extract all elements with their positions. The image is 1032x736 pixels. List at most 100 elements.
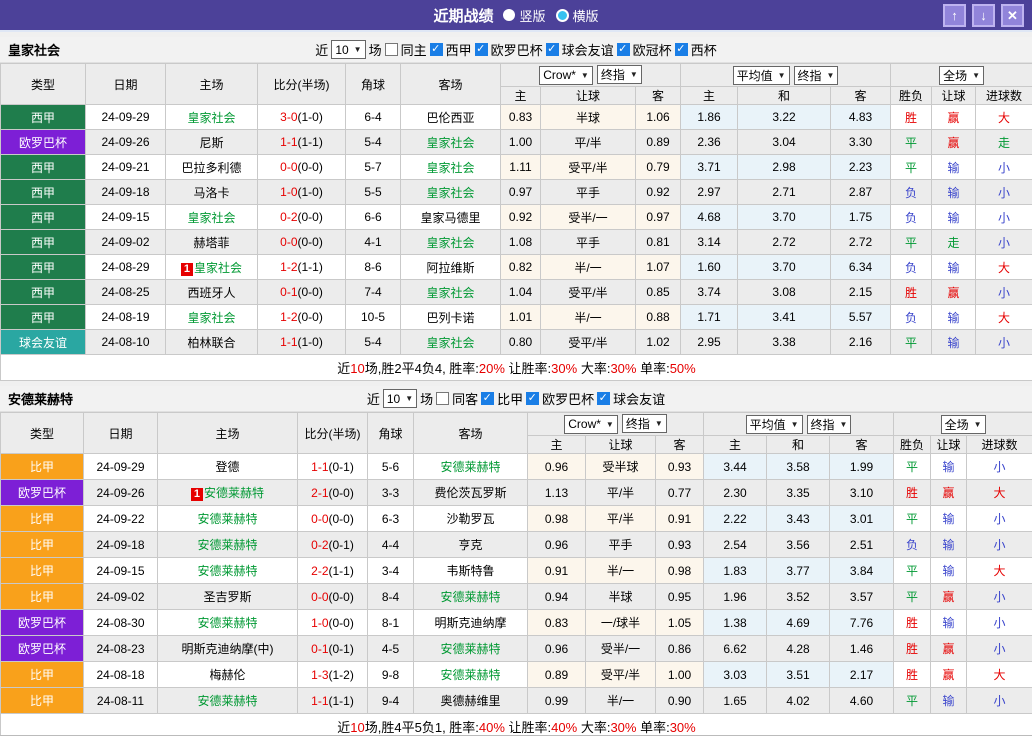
full-match-select[interactable]: 全场▼ [939, 66, 984, 85]
handicap-line: 平手 [541, 230, 636, 255]
odds-stage-select[interactable]: 终指▼ [807, 415, 852, 434]
away-team: 安德莱赫特 [414, 454, 528, 480]
score-cell: 0-1(0-1) [298, 636, 368, 662]
close-button[interactable]: ✕ [1001, 4, 1024, 27]
view-option-horizontal[interactable]: 横版 [556, 6, 599, 25]
same-side-checkbox[interactable] [436, 392, 449, 405]
avg-draw-odds: 3.77 [767, 558, 830, 584]
result-verdict: 平 [894, 454, 931, 480]
handicap-home-odds: 1.01 [501, 305, 541, 330]
match-date: 24-09-22 [84, 506, 158, 532]
column-header: 角球 [346, 64, 401, 105]
bookmaker-select[interactable]: Crow*▼ [539, 66, 593, 85]
same-side-checkbox[interactable] [385, 43, 398, 56]
home-team: 安德莱赫特 [158, 558, 298, 584]
result-verdict: 小 [976, 155, 1032, 180]
result-verdict: 小 [967, 506, 1032, 532]
avg-lose-odds: 1.46 [830, 636, 894, 662]
away-team: 皇家社会 [401, 280, 501, 305]
move-down-button[interactable]: ↓ [972, 4, 995, 27]
match-row: 西甲24-08-291皇家社会1-2(1-1)8-6阿拉维斯0.82半/一1.0… [1, 255, 1032, 280]
avg-win-odds: 2.95 [681, 330, 738, 355]
avg-lose-odds: 6.34 [831, 255, 891, 280]
avg-win-odds: 3.14 [681, 230, 738, 255]
view-option-vertical[interactable]: 竖版 [503, 6, 545, 25]
avg-lose-odds: 2.15 [831, 280, 891, 305]
odds-stage-select[interactable]: 终指▼ [597, 65, 642, 84]
move-up-button[interactable]: ↑ [943, 4, 966, 27]
avg-win-odds: 2.22 [704, 506, 767, 532]
away-team: 奥德赫维里 [414, 688, 528, 714]
handicap-away-odds: 0.95 [656, 584, 704, 610]
match-date: 24-09-02 [84, 584, 158, 610]
score-cell: 2-2(1-1) [298, 558, 368, 584]
column-header: 让球 [541, 87, 636, 105]
average-select[interactable]: 平均值▼ [733, 66, 790, 85]
column-header: 胜负 [894, 436, 931, 454]
league-filter-checkbox[interactable] [430, 43, 443, 56]
avg-draw-odds: 2.72 [738, 230, 831, 255]
view-option-label: 竖版 [519, 6, 545, 25]
avg-lose-odds: 1.99 [830, 454, 894, 480]
column-header: 进球数 [976, 87, 1032, 105]
column-header: 客 [831, 87, 891, 105]
result-verdict: 输 [932, 305, 976, 330]
match-row: 西甲24-08-19皇家社会1-2(0-0)10-5巴列卡诺1.01半/一0.8… [1, 305, 1032, 330]
avg-draw-odds: 3.22 [738, 105, 831, 130]
away-team: 皇家社会 [401, 180, 501, 205]
home-team: 圣吉罗斯 [158, 584, 298, 610]
bookmaker-select[interactable]: Crow*▼ [564, 415, 618, 434]
summary-part: 让胜率: [505, 361, 551, 376]
avg-draw-odds: 2.71 [738, 180, 831, 205]
handicap-away-odds: 0.92 [636, 180, 681, 205]
match-row: 西甲24-09-21巴拉多利德0-0(0-0)5-7皇家社会1.11受平/半0.… [1, 155, 1032, 180]
score-cell: 0-0(0-0) [258, 155, 346, 180]
handicap-away-odds: 0.97 [636, 205, 681, 230]
league-filter-checkbox[interactable] [617, 43, 630, 56]
view-option-label: 横版 [573, 6, 599, 25]
score-cell: 0-0(0-0) [298, 584, 368, 610]
match-count-select[interactable]: 10▼ [383, 389, 417, 408]
league-filter-checkbox[interactable] [481, 392, 494, 405]
match-date: 24-08-29 [86, 255, 166, 280]
league-filter-checkbox[interactable] [597, 392, 610, 405]
avg-win-odds: 2.30 [704, 480, 767, 506]
score-cell: 1-2(0-0) [258, 305, 346, 330]
home-team: 1安德莱赫特 [158, 480, 298, 506]
column-header: 让球 [932, 87, 976, 105]
league-filter-checkbox[interactable] [526, 392, 539, 405]
summary-part: 场,胜2平4负4, 胜率: [365, 361, 479, 376]
avg-lose-odds: 3.01 [830, 506, 894, 532]
match-row: 比甲24-09-22安德莱赫特0-0(0-0)6-3沙勒罗瓦0.98平/半0.9… [1, 506, 1032, 532]
match-row: 比甲24-09-29登德1-1(0-1)5-6安德莱赫特0.96受半球0.933… [1, 454, 1032, 480]
result-verdict: 负 [891, 205, 932, 230]
handicap-away-odds: 0.79 [636, 155, 681, 180]
handicap-away-odds: 0.90 [656, 688, 704, 714]
league-filter-checkbox[interactable] [546, 43, 559, 56]
league-type-badge: 西甲 [1, 105, 86, 130]
match-count-select[interactable]: 10▼ [331, 40, 365, 59]
match-date: 24-08-18 [84, 662, 158, 688]
team-name: 皇家社会 [8, 40, 60, 59]
corners-cell: 8-1 [368, 610, 414, 636]
corners-cell: 3-4 [368, 558, 414, 584]
odds-stage-select[interactable]: 终指▼ [622, 414, 667, 433]
full-match-select[interactable]: 全场▼ [941, 415, 986, 434]
odds-stage-select[interactable]: 终指▼ [794, 66, 839, 85]
match-date: 24-09-26 [84, 480, 158, 506]
handicap-home-odds: 1.00 [501, 130, 541, 155]
league-filter-checkbox[interactable] [675, 43, 688, 56]
summary-part: 40% [551, 720, 577, 735]
avg-draw-odds: 2.98 [738, 155, 831, 180]
section-header: 皇家社会近10▼场同主西甲欧罗巴杯球会友谊欧冠杯西杯 [0, 37, 1032, 63]
avg-draw-odds: 3.08 [738, 280, 831, 305]
score-cell: 1-3(1-2) [298, 662, 368, 688]
league-filter-checkbox[interactable] [475, 43, 488, 56]
average-select[interactable]: 平均值▼ [746, 415, 803, 434]
match-row: 比甲24-09-15安德莱赫特2-2(1-1)3-4韦斯特鲁0.91半/一0.9… [1, 558, 1032, 584]
result-verdict: 胜 [894, 662, 931, 688]
league-type-badge: 比甲 [1, 532, 84, 558]
handicap-away-odds: 1.07 [636, 255, 681, 280]
chevron-down-icon: ▼ [606, 420, 614, 429]
result-verdict: 大 [976, 255, 1032, 280]
